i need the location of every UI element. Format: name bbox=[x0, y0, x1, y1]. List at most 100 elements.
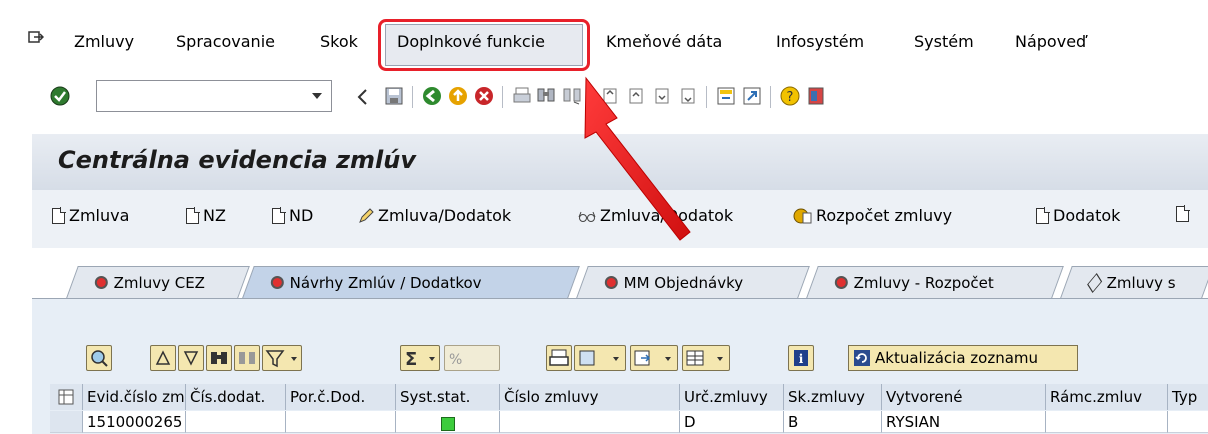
help-icon[interactable]: ? bbox=[780, 86, 800, 106]
cell-por-dod[interactable] bbox=[286, 411, 396, 433]
new-session-icon[interactable] bbox=[716, 86, 736, 106]
col-header-urc-zmluvy[interactable]: Urč.zmluvy bbox=[680, 384, 784, 410]
toolbar-separator bbox=[706, 86, 707, 108]
filter-button[interactable] bbox=[262, 345, 302, 371]
row-selector[interactable] bbox=[50, 411, 83, 433]
enter-check-icon[interactable] bbox=[50, 86, 70, 106]
cell-cis-dodat[interactable] bbox=[186, 411, 286, 433]
cell-typ[interactable] bbox=[1168, 411, 1208, 433]
tab-label: Zmluvy - Rozpočet bbox=[853, 273, 994, 292]
exit-icon[interactable] bbox=[448, 86, 468, 106]
tab-zmluvy-s[interactable]: Zmluvy s bbox=[1060, 266, 1208, 298]
information-button[interactable]: i bbox=[788, 345, 814, 371]
save-icon[interactable] bbox=[384, 86, 404, 106]
export-button[interactable] bbox=[630, 345, 678, 371]
toolbar-separator bbox=[502, 86, 503, 108]
status-red-icon bbox=[270, 276, 284, 289]
cancel-icon[interactable] bbox=[474, 86, 494, 106]
document-icon bbox=[1036, 206, 1050, 224]
menu-item-spracovanie[interactable]: Spracovanie bbox=[176, 32, 275, 51]
col-header-evid[interactable]: Evid.číslo zml. bbox=[83, 384, 186, 410]
rozpocet-zmluvy-button[interactable]: Rozpočet zmluvy bbox=[792, 206, 952, 225]
select-all-cell[interactable] bbox=[50, 384, 83, 410]
toolbar-separator bbox=[412, 86, 413, 108]
subtotal-icon: % bbox=[449, 352, 462, 368]
next-page-icon[interactable] bbox=[652, 86, 672, 106]
nd-button[interactable]: ND bbox=[272, 206, 313, 225]
cell-cislo-zmluvy[interactable] bbox=[500, 411, 680, 433]
pencil-icon bbox=[359, 207, 374, 223]
col-header-typ[interactable]: Typ bbox=[1168, 384, 1208, 410]
zmluva-button[interactable]: Zmluva bbox=[52, 206, 129, 225]
collapse-arrow-icon[interactable] bbox=[356, 88, 368, 106]
edit-zmluva-dodatok-button[interactable]: Zmluva/Dodatok bbox=[358, 206, 511, 225]
back-icon[interactable] bbox=[422, 86, 442, 106]
dodatok-button[interactable]: Dodatok bbox=[1036, 206, 1120, 225]
nz-button[interactable]: NZ bbox=[186, 206, 226, 225]
last-page-icon[interactable] bbox=[678, 86, 698, 106]
col-header-sk-zmluvy[interactable]: Sk.zmluvy bbox=[784, 384, 882, 410]
document-icon bbox=[1176, 205, 1190, 222]
more-button[interactable] bbox=[1176, 205, 1190, 222]
col-header-por-dod[interactable]: Por.č.Dod. bbox=[286, 384, 396, 410]
views-icon bbox=[579, 350, 619, 366]
col-header-syst-stat[interactable]: Syst.stat. bbox=[396, 384, 500, 410]
cell-ramc-zmluv[interactable] bbox=[1046, 411, 1168, 433]
find-icon[interactable] bbox=[536, 86, 556, 106]
magnifier-icon bbox=[91, 350, 108, 367]
menu-icon[interactable] bbox=[28, 30, 44, 44]
command-field[interactable] bbox=[96, 80, 332, 112]
document-icon bbox=[272, 206, 286, 224]
cell-urc-zmluvy[interactable]: D bbox=[680, 411, 784, 433]
filter-icon bbox=[265, 350, 297, 368]
chevron-down-icon[interactable] bbox=[312, 93, 322, 99]
refresh-list-button[interactable]: Aktualizácia zoznamu bbox=[848, 345, 1078, 371]
details-button[interactable] bbox=[86, 345, 112, 371]
cell-evid[interactable]: 1510000265 bbox=[83, 411, 186, 433]
print-preview-button[interactable] bbox=[546, 345, 572, 371]
document-icon bbox=[52, 206, 66, 224]
info-icon: i bbox=[794, 350, 808, 366]
svg-text:i: i bbox=[799, 352, 804, 366]
layout-button[interactable] bbox=[682, 345, 730, 371]
col-header-vytvorene[interactable]: Vytvorené bbox=[882, 384, 1046, 410]
cell-syst-stat[interactable] bbox=[396, 411, 500, 433]
binoculars-icon bbox=[211, 352, 227, 364]
menu-item-skok[interactable]: Skok bbox=[320, 32, 358, 51]
refresh-icon bbox=[854, 350, 870, 366]
menu-item-system[interactable]: Systém bbox=[914, 32, 974, 51]
col-header-cis-dodat[interactable]: Čís.dodat. bbox=[186, 384, 286, 410]
sort-ascending-button[interactable] bbox=[150, 345, 176, 371]
menu-item-napoved[interactable]: Nápoveď bbox=[1015, 32, 1086, 51]
toolbar-separator bbox=[770, 86, 771, 108]
tab-zmluvy-rozpocet[interactable]: Zmluvy - Rozpočet bbox=[806, 266, 1064, 298]
customize-layout-icon[interactable] bbox=[806, 86, 826, 106]
menu-item-zmluvy[interactable]: Zmluvy bbox=[74, 32, 134, 51]
tab-label: Návrhy Zmlúv / Dodatkov bbox=[289, 273, 482, 292]
tab-navrhy-zmluv[interactable]: Návrhy Zmlúv / Dodatkov bbox=[242, 266, 580, 298]
sigma-icon: Σ bbox=[405, 349, 435, 370]
sort-descending-button[interactable] bbox=[178, 345, 204, 371]
find-button[interactable] bbox=[206, 345, 232, 371]
glasses-icon bbox=[578, 211, 596, 222]
cell-sk-zmluvy[interactable]: B bbox=[784, 411, 882, 433]
tab-mm-objednavky[interactable]: MM Objednávky bbox=[576, 266, 810, 298]
display-zmluva-dodatok-button[interactable]: Zmluva/Dodatok bbox=[578, 206, 733, 225]
sum-button[interactable]: Σ bbox=[400, 345, 440, 371]
page-title: Centrálna evidencia zmlúv bbox=[58, 146, 416, 174]
print-icon[interactable] bbox=[512, 86, 532, 106]
first-page-icon[interactable] bbox=[600, 86, 620, 106]
views-button[interactable] bbox=[574, 345, 626, 371]
shortcut-icon[interactable] bbox=[742, 86, 762, 106]
menu-item-infosystem[interactable]: Infosystém bbox=[776, 32, 864, 51]
col-header-cislo-zmluvy[interactable]: Číslo zmluvy bbox=[500, 384, 680, 410]
find-next-button[interactable] bbox=[234, 345, 260, 371]
zmluva-label: Zmluva bbox=[69, 206, 130, 225]
cell-vytvorene[interactable]: RYSIAN bbox=[882, 411, 1046, 433]
col-header-ramc-zmluv[interactable]: Rámc.zmluv bbox=[1046, 384, 1168, 410]
menu-item-kmenove-data[interactable]: Kmeňové dáta bbox=[606, 32, 722, 51]
previous-page-icon[interactable] bbox=[626, 86, 646, 106]
subtotal-button[interactable]: % bbox=[444, 345, 500, 371]
find-next-icon[interactable] bbox=[562, 86, 582, 106]
tab-zmluvy-cez[interactable]: Zmluvy CEZ bbox=[66, 266, 250, 298]
